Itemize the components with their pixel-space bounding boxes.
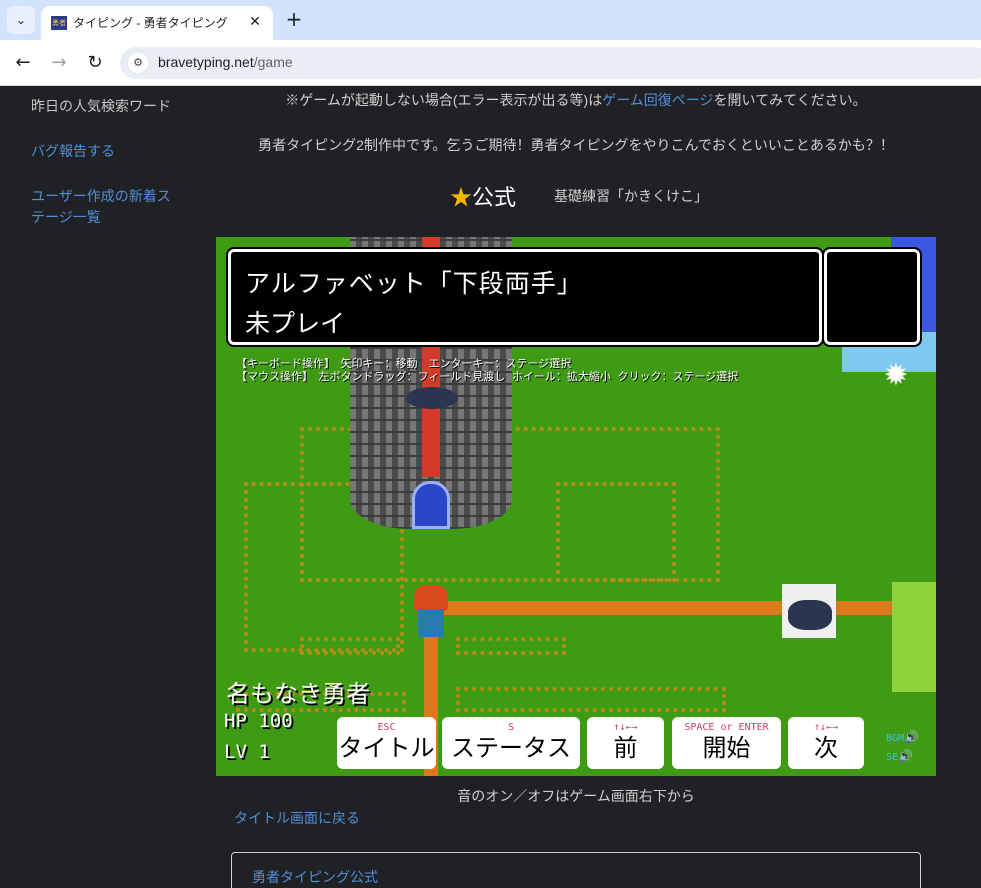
game-canvas[interactable]: アルファベット「下段両手」 未プレイ ✹ 【キーボード操作】 矢印キー：移動 エ… xyxy=(216,237,936,776)
notice-prefix: ※ゲームが起動しない場合(エラー表示が出る等)は xyxy=(285,92,603,108)
bush xyxy=(892,582,936,692)
hero-body xyxy=(418,609,444,637)
next-button-label: 次 xyxy=(814,734,838,762)
recovery-notice: ※ゲームが起動しない場合(エラー表示が出る等)はゲーム回復ページを開いてみてくだ… xyxy=(216,90,936,110)
reload-button[interactable]: ↻ xyxy=(81,49,109,77)
sidebar-item-bug-report[interactable]: バグ報告する xyxy=(31,141,191,162)
back-to-title-link[interactable]: タイトル画面に戻る xyxy=(234,808,360,828)
close-tab-icon[interactable]: ✕ xyxy=(245,12,265,32)
speaker-icon: 🔊 xyxy=(898,749,913,763)
start-key-hint: SPACE or ENTER xyxy=(684,722,769,733)
current-stage-name: 基礎練習「かきくけこ」 xyxy=(554,188,708,204)
start-button-label: 開始 xyxy=(702,734,751,762)
bat-sprite xyxy=(406,387,458,409)
prev-button-label: 前 xyxy=(613,734,638,762)
status-button-label: ステータス xyxy=(451,734,571,762)
tab-title: タイピング - 勇者タイピング xyxy=(73,16,228,30)
mouse-help: 【マウス操作】 左ボタンドラッグ：フィールド見渡し ホイール：拡大縮小 クリック… xyxy=(236,370,739,383)
prev-button[interactable]: ↑↓←→ 前 xyxy=(587,717,664,769)
prev-key-hint: ↑↓←→ xyxy=(613,722,638,733)
status-button[interactable]: S ステータス xyxy=(442,717,580,769)
recovery-page-link[interactable]: ゲーム回復ページ xyxy=(602,92,713,108)
sidebar-item-new-user-stages[interactable]: ユーザー作成の新着ステージ一覧 xyxy=(31,186,181,228)
hero-level: LV 1 xyxy=(224,741,270,763)
official-label: ★公式 xyxy=(450,180,516,212)
road xyxy=(426,601,936,615)
start-button[interactable]: SPACE or ENTER 開始 xyxy=(672,717,781,769)
address-bar[interactable]: ⚙ bravetyping.net/game xyxy=(120,47,981,79)
official-card-title[interactable]: 勇者タイピング公式 xyxy=(252,867,378,887)
sound-note: 音のオン／オフはゲーム画面右下から xyxy=(457,788,695,804)
hero-name: 名もなき勇者 xyxy=(226,680,370,708)
star-icon: ★ xyxy=(450,185,473,210)
stage-info-box: アルファベット「下段両手」 未プレイ xyxy=(226,247,824,347)
official-card: 勇者タイピング公式 xyxy=(231,852,921,888)
stage-title: アルファベット「下段両手」 xyxy=(245,269,583,298)
enemy-bat-sprite xyxy=(788,600,832,630)
sidebar: 昨日の人気検索ワード バグ報告する ユーザー作成の新着ステージ一覧 xyxy=(0,86,200,888)
speaker-icon: 🔊 xyxy=(904,730,920,744)
hero-sprite xyxy=(406,583,454,639)
new-tab-button[interactable]: + xyxy=(281,7,307,33)
hedge xyxy=(456,687,726,712)
favicon-icon: 勇者 xyxy=(51,16,67,30)
announcement: 勇者タイピング2制作中です。乞うご期待！勇者タイピングをやりこんでおくといいこと… xyxy=(258,137,894,153)
stage-thumbnail-box xyxy=(822,247,922,347)
official-text: 公式 xyxy=(472,185,517,210)
site-info-icon[interactable]: ⚙ xyxy=(128,53,148,73)
hedge xyxy=(456,637,566,655)
browser-tab-bar: ⌄ 勇者 タイピング - 勇者タイピング ✕ + xyxy=(0,0,981,40)
status-key-hint: S xyxy=(507,722,515,733)
gear-icon[interactable]: ✹ xyxy=(880,360,912,392)
forward-button[interactable]: → xyxy=(45,49,73,77)
hedge xyxy=(300,637,400,655)
title-key-hint: ESC xyxy=(377,722,396,733)
hero-hair xyxy=(414,585,448,611)
url-path: /game xyxy=(253,54,293,70)
hedge xyxy=(556,482,676,582)
enemy-stage-node[interactable] xyxy=(782,584,836,638)
bgm-label: BGM xyxy=(886,733,905,744)
title-button-label: タイトル xyxy=(338,734,435,762)
sidebar-item-popular-words[interactable]: 昨日の人気検索ワード xyxy=(31,96,191,117)
next-button[interactable]: ↑↓←→ 次 xyxy=(788,717,864,769)
notice-suffix: を開いてみてください。 xyxy=(713,92,867,108)
se-label: SE xyxy=(886,752,899,763)
tab-list-button[interactable]: ⌄ xyxy=(7,6,35,34)
browser-tab[interactable]: 勇者 タイピング - 勇者タイピング ✕ xyxy=(41,6,273,40)
title-button[interactable]: ESC タイトル xyxy=(337,717,436,769)
url-host: bravetyping.net xyxy=(158,54,254,70)
stage-status: 未プレイ xyxy=(245,309,346,338)
se-toggle[interactable]: SE🔊 xyxy=(886,749,913,763)
next-key-hint: ↑↓←→ xyxy=(813,722,839,733)
url-text[interactable]: bravetyping.net/game xyxy=(158,54,293,70)
hero-hp: HP 100 xyxy=(224,710,293,732)
tower-door[interactable] xyxy=(412,481,450,529)
bgm-toggle[interactable]: BGM🔊 xyxy=(886,730,919,744)
browser-toolbar: ← → ↻ ⚙ bravetyping.net/game xyxy=(0,40,981,86)
back-button[interactable]: ← xyxy=(9,49,37,77)
